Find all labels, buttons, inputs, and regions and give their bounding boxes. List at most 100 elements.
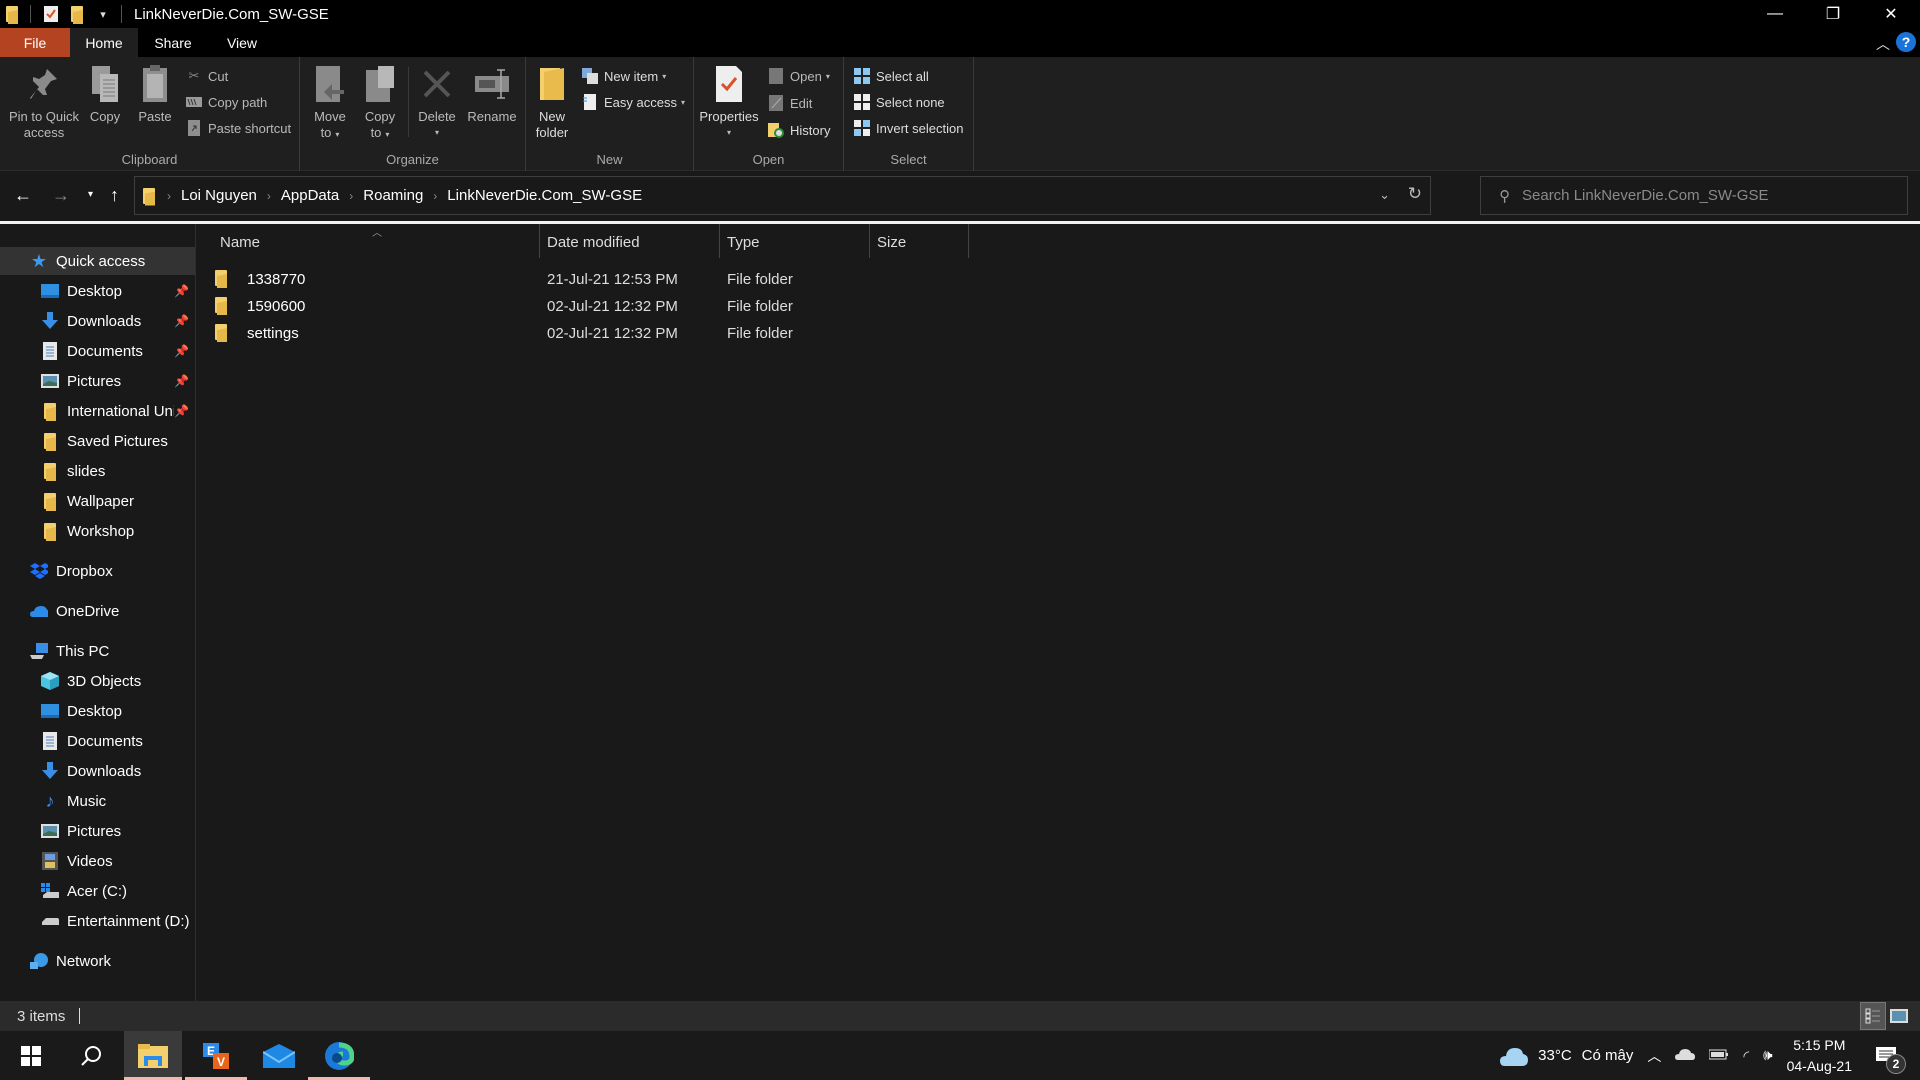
onedrive-tray-icon[interactable] [1675, 1047, 1696, 1064]
new-folder-button[interactable]: New folder [532, 63, 572, 141]
sidebar-item-documents[interactable]: Documents [0, 727, 195, 755]
pin-to-quick-access-button[interactable]: Pin to Quick access [6, 63, 82, 141]
recent-locations-button[interactable]: ▾ [88, 189, 93, 200]
select-none-button[interactable]: Select none [854, 91, 945, 113]
column-header-size[interactable]: Size [877, 224, 906, 260]
show-hidden-icons-button[interactable]: ︿ [1647, 1046, 1661, 1066]
copy-to-button[interactable]: Copy to ▾ [360, 63, 400, 143]
tab-home[interactable]: Home [70, 28, 138, 57]
column-header-date-modified[interactable]: Date modified [547, 224, 640, 260]
chevron-down-icon[interactable]: ⌄ [1379, 187, 1390, 203]
pin-icon[interactable]: 📌 [174, 344, 189, 358]
pin-icon[interactable]: 📌 [174, 374, 189, 388]
taskbar-eview-app[interactable]: EV [185, 1031, 247, 1080]
sidebar-item-network[interactable]: Network [0, 947, 195, 975]
taskbar-mail[interactable] [248, 1031, 310, 1080]
collapse-ribbon-icon[interactable]: ︿ [1876, 34, 1890, 54]
file-row[interactable]: 1338770 21-Jul-21 12:53 PM File folder [207, 266, 1157, 293]
sidebar-item-onedrive[interactable]: OneDrive [0, 597, 195, 625]
sidebar-item-drive-d[interactable]: Entertainment (D:) [0, 907, 195, 935]
cut-button[interactable]: ✂ Cut [186, 65, 229, 87]
sidebar-item-slides[interactable]: slides [0, 457, 195, 485]
sidebar-item-international-uni[interactable]: International Uni 📌 [0, 397, 195, 425]
file-list[interactable]: ︿ Name Date modified Type Size 1338770 2… [197, 224, 1920, 1001]
customize-toolbar-icon[interactable]: ▾ [93, 4, 113, 24]
delete-button[interactable]: Delete ▾ [414, 63, 460, 141]
paste-shortcut-button[interactable]: Paste shortcut [186, 117, 291, 139]
column-divider[interactable] [719, 224, 720, 258]
copy-button[interactable]: Copy [82, 63, 128, 125]
forward-button[interactable]: → [52, 185, 70, 206]
chevron-right-icon[interactable]: › [167, 189, 171, 203]
new-item-button[interactable]: New item ▾ [582, 65, 666, 87]
sidebar-item-workshop[interactable]: Workshop [0, 517, 195, 545]
address-bar[interactable]: › Loi Nguyen › AppData › Roaming › LinkN… [134, 176, 1431, 215]
minimize-button[interactable]: — [1746, 0, 1804, 28]
tab-view[interactable]: View [208, 28, 276, 57]
weather-widget[interactable]: 33°C Có mây [1500, 1046, 1633, 1066]
select-all-button[interactable]: Select all [854, 65, 929, 87]
open-button[interactable]: Open ▾ [768, 65, 830, 87]
new-folder-icon[interactable] [67, 4, 87, 24]
sidebar-item-desktop[interactable]: Desktop 📌 [0, 277, 195, 305]
column-header-name[interactable]: Name [220, 224, 260, 260]
chevron-right-icon[interactable]: › [349, 189, 353, 203]
search-box[interactable]: ⚲ [1480, 176, 1908, 215]
sidebar-item-music[interactable]: ♪ Music [0, 787, 195, 815]
sidebar-item-videos[interactable]: Videos [0, 847, 195, 875]
taskbar-edge[interactable] [308, 1031, 370, 1080]
sidebar-item-saved-pictures[interactable]: Saved Pictures [0, 427, 195, 455]
sidebar-item-pictures[interactable]: Pictures [0, 817, 195, 845]
breadcrumb-item[interactable]: LinkNeverDie.Com_SW-GSE [447, 187, 642, 204]
chevron-right-icon[interactable]: › [433, 189, 437, 203]
easy-access-button[interactable]: Easy access ▾ [582, 91, 685, 113]
properties-button[interactable]: Properties ▾ [698, 63, 760, 141]
copy-path-button[interactable]: Copy path [186, 91, 267, 113]
close-button[interactable]: ✕ [1862, 0, 1920, 28]
breadcrumb-item[interactable]: AppData [281, 187, 339, 204]
restore-button[interactable]: ❐ [1804, 0, 1862, 28]
start-button[interactable] [0, 1031, 62, 1080]
sidebar-item-this-pc[interactable]: This PC [0, 637, 195, 665]
move-to-button[interactable]: Move to ▾ [310, 63, 350, 143]
column-divider[interactable] [968, 224, 969, 258]
sidebar-item-dropbox[interactable]: Dropbox [0, 557, 195, 585]
column-divider[interactable] [869, 224, 870, 258]
properties-icon[interactable] [41, 4, 61, 24]
paste-button[interactable]: Paste [134, 63, 176, 125]
sidebar-item-drive-c[interactable]: Acer (C:) [0, 877, 195, 905]
search-button[interactable] [60, 1031, 122, 1080]
wifi-icon[interactable]: ◜ [1743, 1047, 1749, 1065]
battery-icon[interactable] [1708, 1047, 1729, 1064]
sidebar-item-downloads[interactable]: Downloads 📌 [0, 307, 195, 335]
pin-icon[interactable]: 📌 [174, 314, 189, 328]
help-icon[interactable]: ? [1896, 32, 1916, 52]
history-button[interactable]: History [768, 119, 830, 141]
column-divider[interactable] [539, 224, 540, 258]
back-button[interactable]: ← [14, 185, 32, 206]
large-icons-view-button[interactable] [1886, 1002, 1912, 1030]
pin-icon[interactable]: 📌 [174, 284, 189, 298]
sidebar-item-3d-objects[interactable]: 3D Objects [0, 667, 195, 695]
refresh-icon[interactable]: ↻ [1408, 184, 1422, 204]
action-center-button[interactable]: 2 [1866, 1036, 1906, 1076]
file-row[interactable]: 1590600 02-Jul-21 12:32 PM File folder [207, 293, 1157, 320]
sidebar-item-documents[interactable]: Documents 📌 [0, 337, 195, 365]
sidebar-item-wallpaper[interactable]: Wallpaper [0, 487, 195, 515]
sidebar-item-pictures[interactable]: Pictures 📌 [0, 367, 195, 395]
details-view-button[interactable] [1860, 1002, 1886, 1030]
search-input[interactable] [1522, 187, 1902, 204]
breadcrumb-item[interactable]: Loi Nguyen [181, 187, 257, 204]
rename-button[interactable]: Rename [464, 63, 520, 125]
sidebar-item-downloads[interactable]: Downloads [0, 757, 195, 785]
file-row[interactable]: settings 02-Jul-21 12:32 PM File folder [207, 320, 1157, 347]
clock[interactable]: 5:15 PM 04-Aug-21 [1787, 1035, 1852, 1077]
up-button[interactable]: ↑ [110, 185, 119, 206]
sidebar-item-desktop[interactable]: Desktop [0, 697, 195, 725]
invert-selection-button[interactable]: Invert selection [854, 117, 963, 139]
sidebar-item-quick-access[interactable]: ★ Quick access [0, 247, 195, 275]
volume-icon[interactable]: 🕪 [1763, 1047, 1772, 1064]
navigation-pane[interactable]: ★ Quick access Desktop 📌 Downloads 📌 Doc… [0, 224, 196, 1001]
pin-icon[interactable]: 📌 [174, 404, 189, 418]
chevron-right-icon[interactable]: › [267, 189, 271, 203]
